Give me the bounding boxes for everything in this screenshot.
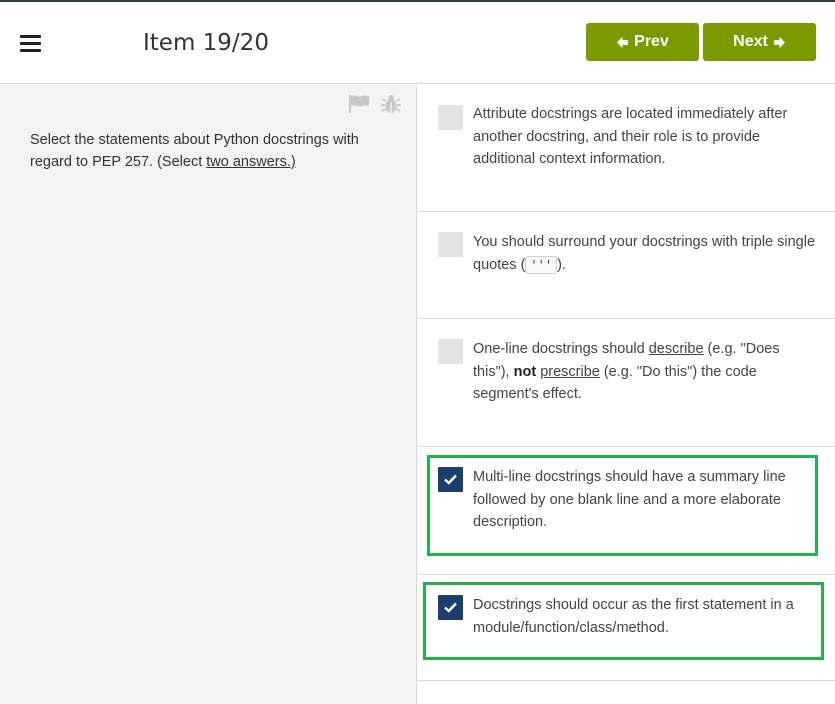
- answer-text: Attribute docstrings are located immedia…: [473, 106, 788, 167]
- question-panel: Select the statements about Python docst…: [0, 85, 417, 704]
- next-button[interactable]: Next: [703, 23, 816, 61]
- checkmark-icon: [444, 474, 457, 485]
- answer-option-3[interactable]: One-line docstrings should describe (e.g…: [418, 319, 835, 447]
- answer-checkbox-checked[interactable]: [438, 467, 463, 492]
- arrow-right-icon: [773, 36, 785, 48]
- answer-text-underlined: prescribe: [540, 363, 600, 380]
- answer-text-bold: not: [513, 363, 537, 380]
- code-snippet: ''': [525, 255, 558, 274]
- answer-checkbox[interactable]: [438, 339, 463, 364]
- answer-text-part: One-line docstrings should: [473, 341, 649, 357]
- arrow-left-icon: [617, 36, 629, 48]
- answer-option-4[interactable]: Multi-line docstrings should have a summ…: [418, 447, 835, 575]
- answer-text: One-line docstrings should describe (e.g…: [473, 338, 818, 406]
- header-bar: Item 19/20 Prev Next: [0, 2, 835, 84]
- answer-text-underlined: describe: [648, 341, 704, 357]
- bug-icon[interactable]: [380, 94, 402, 114]
- answer-text: Docstrings should occur as the first sta…: [473, 597, 794, 636]
- next-button-label: Next: [733, 33, 768, 50]
- answers-panel: Attribute docstrings are located immedia…: [418, 85, 835, 704]
- prev-button-label: Prev: [634, 33, 669, 50]
- answer-text: Multi-line docstrings should have a summ…: [473, 469, 786, 530]
- question-text: Select the statements about Python docst…: [30, 129, 390, 173]
- question-answer-count: two answers.): [206, 154, 296, 170]
- question-text-main: Select the statements about Python docst…: [30, 132, 359, 170]
- answer-text-main: You should surround your docstrings with…: [473, 234, 816, 273]
- answer-option-2[interactable]: You should surround your docstrings with…: [418, 212, 835, 319]
- prev-button[interactable]: Prev: [586, 23, 699, 61]
- answer-checkbox[interactable]: [438, 105, 463, 130]
- hamburger-menu-icon[interactable]: [20, 35, 41, 52]
- answer-checkbox[interactable]: [438, 232, 463, 257]
- flag-icon[interactable]: [348, 94, 370, 114]
- answer-checkbox-checked[interactable]: [438, 595, 463, 620]
- answer-text-end: ).: [557, 256, 566, 273]
- answer-option-1[interactable]: Attribute docstrings are located immedia…: [418, 85, 835, 212]
- answer-text: You should surround your docstrings with…: [473, 231, 818, 276]
- checkmark-icon: [444, 602, 457, 613]
- item-title: Item 19/20: [143, 30, 269, 56]
- answer-option-5[interactable]: Docstrings should occur as the first sta…: [418, 575, 835, 681]
